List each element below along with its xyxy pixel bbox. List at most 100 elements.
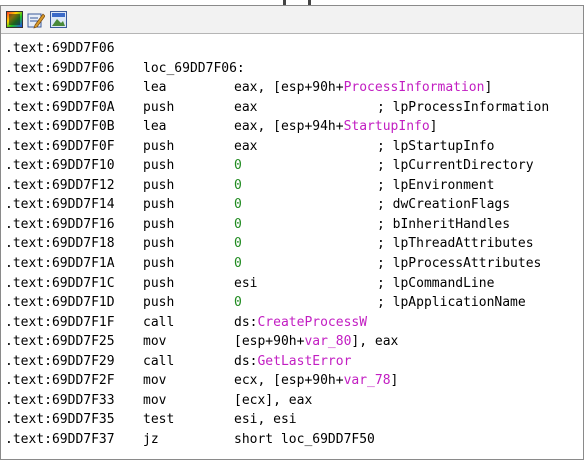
- operand-text: eax, [esp+90h+: [234, 80, 344, 96]
- mnemonic: jz: [143, 431, 159, 447]
- operands: eax, [esp+94h+StartupInfo]: [234, 117, 438, 137]
- operand-text: [esp+90h+: [234, 334, 305, 350]
- operands: [esp+90h+var_80], eax: [234, 332, 398, 352]
- code-line[interactable]: .text:69DD7F29 call ds:GetLastError: [5, 352, 583, 372]
- graph-view-icon[interactable]: [4, 10, 24, 30]
- address: .text:69DD7F06: [5, 60, 115, 76]
- code-label[interactable]: loc_69DD7F06:: [143, 59, 245, 79]
- code-line[interactable]: .text:69DD7F0F push eax ; lpStartupInfo: [5, 137, 583, 157]
- code-line[interactable]: .text:69DD7F37 jz short loc_69DD7F50: [5, 430, 583, 450]
- operand-text: eax, [esp+94h+: [234, 119, 344, 135]
- operands: eax, [esp+90h+ProcessInformation]: [234, 78, 492, 98]
- mnemonic: lea: [143, 80, 167, 96]
- mnemonic: push: [143, 236, 175, 252]
- operands: ds:GetLastError: [234, 352, 377, 372]
- mnemonic: push: [143, 197, 175, 213]
- operands: 0: [234, 254, 377, 274]
- operand-text: [ecx], eax: [234, 392, 313, 408]
- code-line[interactable]: .text:69DD7F12 push 0 ; lpEnvironment: [5, 176, 583, 196]
- address: .text:69DD7F06: [5, 80, 115, 96]
- operand-text: esi: [234, 275, 258, 291]
- mnemonic: call: [143, 353, 175, 369]
- code-line[interactable]: .text:69DD7F2F mov ecx, [esp+90h+var_78]: [5, 371, 583, 391]
- immediate-value: 0: [234, 216, 242, 232]
- disassembly-listing: .text:69DD7F06 .text:69DD7F06 loc_69DD7F06…: [1, 34, 583, 449]
- operand-text: ecx, [esp+90h+: [234, 373, 344, 389]
- code-line[interactable]: .text:69DD7F1F call ds:CreateProcessW: [5, 313, 583, 333]
- operands: ecx, [esp+90h+var_78]: [234, 371, 398, 391]
- code-line[interactable]: .text:69DD7F14 push 0 ; dwCreationFlags: [5, 195, 583, 215]
- symbol-reference[interactable]: StartupInfo: [344, 119, 430, 134]
- operands: 0: [234, 293, 377, 313]
- address: .text:69DD7F35: [5, 412, 115, 428]
- code-line[interactable]: .text:69DD7F1D push 0 ; lpApplicationName: [5, 293, 583, 313]
- mnemonic: push: [143, 99, 175, 115]
- code-line[interactable]: .text:69DD7F0A push eax ; lpProcessInformat…: [5, 98, 583, 118]
- comment: ; lpStartupInfo: [377, 138, 495, 154]
- code-line[interactable]: .text:69DD7F16 push 0 ; bInheritHandles: [5, 215, 583, 235]
- code-line[interactable]: .text:69DD7F18 push 0 ; lpThreadAttributes: [5, 234, 583, 254]
- code-line[interactable]: .text:69DD7F06: [5, 39, 583, 59]
- code-line[interactable]: .text:69DD7F25 mov [esp+90h+var_80], eax: [5, 332, 583, 352]
- edit-icon[interactable]: [26, 10, 46, 30]
- address: .text:69DD7F1F: [5, 314, 115, 330]
- comment: ; dwCreationFlags: [377, 197, 511, 213]
- address: .text:69DD7F16: [5, 216, 115, 232]
- mnemonic: test: [143, 412, 175, 428]
- mnemonic: push: [143, 256, 175, 272]
- code-line[interactable]: .text:69DD7F06 loc_69DD7F06:: [5, 59, 583, 79]
- code-line[interactable]: .text:69DD7F10 push 0 ; lpCurrentDirectory: [5, 156, 583, 176]
- operand-text: ]: [429, 119, 438, 135]
- symbol-reference[interactable]: var_80: [304, 334, 351, 349]
- symbol-reference[interactable]: var_78: [344, 373, 391, 388]
- mnemonic: call: [143, 314, 175, 330]
- address: .text:69DD7F10: [5, 158, 115, 174]
- comment: ; lpProcessInformation: [377, 99, 550, 115]
- operand-text: ds:: [234, 353, 258, 369]
- immediate-value: 0: [234, 158, 242, 174]
- image-icon[interactable]: [48, 10, 68, 30]
- mnemonic: mov: [143, 373, 167, 389]
- code-line[interactable]: .text:69DD7F1A push 0 ; lpProcessAttributes: [5, 254, 583, 274]
- immediate-value: 0: [234, 236, 242, 252]
- operands: eax: [234, 137, 377, 157]
- comment: ; lpApplicationName: [377, 295, 526, 311]
- operands: 0: [234, 215, 377, 235]
- address: .text:69DD7F25: [5, 334, 115, 350]
- operands: esi: [234, 274, 377, 294]
- operand-text: ]: [390, 373, 399, 389]
- operand-text: ], eax: [351, 334, 399, 350]
- operand-text: eax: [234, 138, 258, 154]
- symbol-reference[interactable]: GetLastError: [257, 354, 351, 369]
- operands: ds:CreateProcessW: [234, 313, 377, 333]
- immediate-value: 0: [234, 256, 242, 272]
- code-line[interactable]: .text:69DD7F1C push esi ; lpCommandLine: [5, 274, 583, 294]
- immediate-value: 0: [234, 295, 242, 311]
- address: .text:69DD7F0A: [5, 99, 115, 115]
- immediate-value: 0: [234, 197, 242, 213]
- address: .text:69DD7F12: [5, 177, 115, 193]
- comment: ; lpCommandLine: [377, 275, 495, 291]
- symbol-reference[interactable]: CreateProcessW: [257, 315, 367, 330]
- immediate-value: 0: [234, 177, 242, 193]
- mnemonic: mov: [143, 392, 167, 408]
- operands: short loc_69DD7F50: [234, 430, 377, 450]
- address: .text:69DD7F06: [5, 41, 115, 56]
- address: .text:69DD7F29: [5, 353, 115, 369]
- comment: ; lpEnvironment: [377, 177, 495, 193]
- code-line[interactable]: .text:69DD7F06 lea eax, [esp+90h+ProcessIn…: [5, 78, 583, 98]
- address: .text:69DD7F1D: [5, 295, 115, 311]
- disassembly-window: .text:69DD7F06 .text:69DD7F06 loc_69DD7F06…: [0, 5, 584, 460]
- operands: eax: [234, 98, 377, 118]
- symbol-reference[interactable]: ProcessInformation: [344, 80, 485, 95]
- code-line[interactable]: .text:69DD7F33 mov [ecx], eax: [5, 391, 583, 411]
- address: .text:69DD7F2F: [5, 373, 115, 389]
- address: .text:69DD7F14: [5, 197, 115, 213]
- code-line[interactable]: .text:69DD7F35 test esi, esi: [5, 410, 583, 430]
- address: .text:69DD7F1C: [5, 275, 115, 291]
- mnemonic: push: [143, 177, 175, 193]
- address: .text:69DD7F18: [5, 236, 115, 252]
- code-line[interactable]: .text:69DD7F0B lea eax, [esp+94h+StartupIn…: [5, 117, 583, 137]
- operands: 0: [234, 156, 377, 176]
- address: .text:69DD7F37: [5, 431, 115, 447]
